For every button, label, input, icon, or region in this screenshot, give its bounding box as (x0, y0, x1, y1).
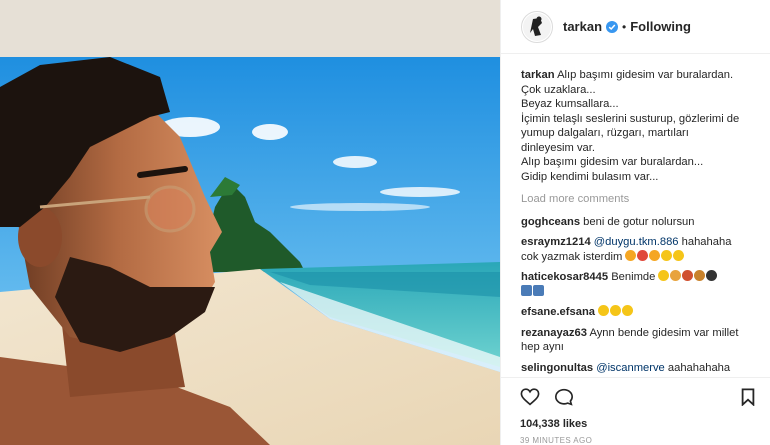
comment-text: hep aynı (521, 341, 564, 353)
comment-item: selingonultas @iscanmerve aahahahaha (521, 361, 756, 376)
beach-emoji-icon (521, 284, 532, 296)
comment-item: rezanayaz63 Aynn bende gidesim var mille… (521, 326, 756, 355)
caption: tarkan Alıp başımı gidesim var buralarda… (521, 68, 756, 184)
load-more-comments-link[interactable]: Load more comments (521, 192, 756, 207)
comment-text: aahahahaha (667, 361, 731, 374)
actions-divider (500, 377, 770, 378)
comment-icon[interactable] (554, 388, 574, 406)
fire-emoji-icon (682, 270, 694, 281)
post-header: tarkan • Following (501, 0, 770, 54)
emoji-row (521, 284, 545, 298)
likes-count[interactable]: 104,338 likes (520, 418, 587, 430)
verified-badge-icon (606, 20, 619, 33)
comment-username[interactable]: efsane.efsana (521, 306, 595, 318)
caption-line: Alıp başımı gidesim var buralardan... (521, 156, 704, 168)
caption-line: Gidip kendimi bulasım var... (521, 170, 659, 183)
instagram-post-view: tarkan • Following tarkan Alıp başımı gi… (0, 0, 770, 445)
comment-item: efsane.efsana (521, 305, 756, 320)
comment-mention-link[interactable]: @duygu.tkm.886 (594, 236, 679, 248)
crying-emoji-icon (622, 305, 634, 316)
beach-selfie-image (0, 57, 500, 445)
post-photo[interactable] (0, 57, 500, 445)
laughing-emoji-icon (661, 249, 673, 261)
comment-text: Benimde (611, 271, 656, 283)
comment-text: hahahaha (681, 236, 732, 248)
comment-text: Aynn bende gidesim var millet (589, 326, 739, 339)
comment-item: esraymz1214 @duygu.tkm.886 hahahaha cok … (521, 235, 756, 264)
post-actions (520, 388, 756, 406)
comment-username[interactable]: goghceans (521, 216, 580, 228)
lion-emoji-icon (670, 270, 682, 281)
heart-eyes-emoji-icon (649, 249, 661, 261)
caption-line: İçimin telaşlı seslerini susturup, gözle… (521, 112, 740, 125)
heart-eyes-emoji-icon (625, 249, 637, 261)
separator-dot: • (622, 19, 627, 34)
comment-text: cok yazmak isterdim (521, 250, 623, 263)
face-emoji-icon (658, 270, 670, 281)
emoji-row (625, 249, 685, 263)
avatar-image (523, 12, 551, 41)
comment-item: goghceans beni de gotur nolursun (521, 215, 756, 230)
heart-icon[interactable] (520, 388, 540, 406)
caption-line: Beyaz kumsallara... (521, 98, 619, 110)
comment-username[interactable]: rezanayaz63 (521, 327, 587, 339)
figure-emoji-icon (706, 270, 718, 281)
crying-emoji-icon (598, 305, 610, 316)
comment-username[interactable]: haticekosar8445 (521, 271, 608, 283)
comment-item: haticekosar8445 Benimde (521, 270, 756, 299)
comment-username[interactable]: esraymz1214 (521, 236, 591, 248)
caption-username[interactable]: tarkan (521, 69, 555, 81)
avatar[interactable] (521, 10, 553, 43)
heart-eyes-emoji-icon (637, 249, 649, 261)
comments-list: tarkan Alıp başımı gidesim var buralarda… (501, 54, 770, 375)
caption-line: Çok uzaklara... (521, 83, 596, 96)
crying-emoji-icon (610, 305, 622, 316)
post-side-panel: tarkan • Following tarkan Alıp başımı gi… (500, 0, 770, 445)
bookmark-icon[interactable] (740, 388, 756, 406)
caption-line: Alıp başımı gidesim var buralardan. (557, 69, 734, 81)
caption-line: yumup dalgaları, rüzgarı, martıları (521, 127, 689, 139)
photo-panel (0, 0, 500, 445)
mask-emoji-icon (694, 270, 706, 281)
post-timestamp: 39 MINUTES AGO (520, 436, 593, 445)
post-author-username[interactable]: tarkan (563, 19, 602, 34)
beach-emoji-icon (533, 284, 544, 296)
emoji-row (658, 270, 718, 283)
comment-username[interactable]: selingonultas (521, 362, 593, 374)
following-button[interactable]: Following (630, 19, 691, 34)
emoji-row (598, 305, 634, 318)
caption-line: dinleyesim var. (521, 141, 595, 154)
laughing-emoji-icon (673, 249, 685, 261)
comment-mention-link[interactable]: @iscanmerve (596, 362, 665, 374)
comment-text: beni de gotur nolursun (583, 215, 695, 228)
